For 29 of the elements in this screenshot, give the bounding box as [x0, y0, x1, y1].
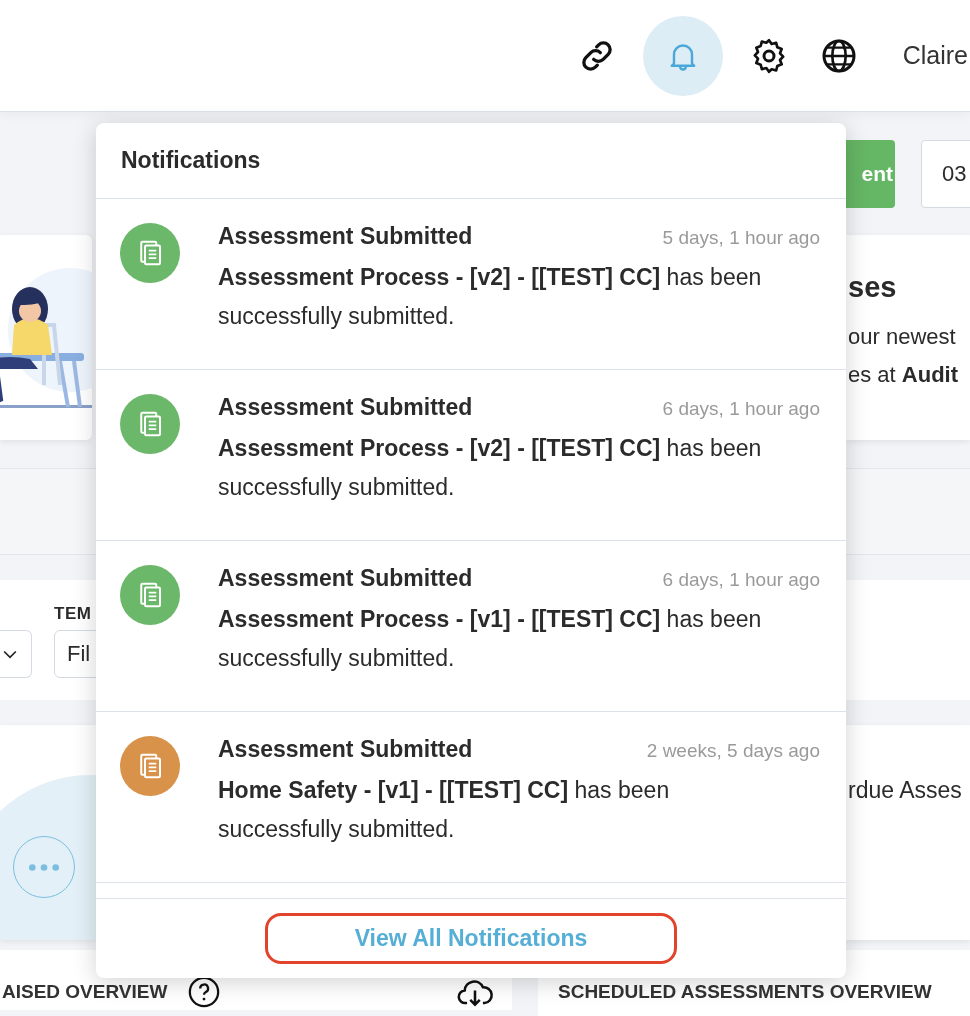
notification-title: Assessment Submitted: [218, 736, 473, 763]
user-name[interactable]: Claire: [902, 41, 968, 70]
dropdown-field[interactable]: [0, 630, 32, 678]
notification-title: Assessment Submitted: [218, 223, 473, 250]
notification-message: Assessment Process - [v2] - [[TEST] CC] has been successfully submitted.: [218, 434, 763, 502]
more-icon: [29, 863, 59, 871]
notification-item[interactable]: Assessment Submitted 2 weeks, 5 days ago Home Safety - [v1] - [[TEST] CC] has been successfully submitted.: [96, 712, 846, 883]
notification-item[interactable]: Assessment Submitted 5 days, 1 hour ago Assessment Process - [v2] - [[TEST] CC] has been successfully submitted.: [96, 199, 846, 370]
overdue-label: rdue Asses: [848, 777, 963, 804]
dropdown-title: Notifications: [96, 123, 846, 199]
notification-time: 6 days, 1 hour ago: [662, 569, 820, 591]
help-icon[interactable]: [187, 975, 222, 1009]
notification-time: 2 weeks, 5 days ago: [646, 740, 820, 762]
notification-message: Assessment Process - [v2] - [[TEST] CC] has been successfully submitted.: [218, 263, 763, 331]
card-text: our newest: [848, 324, 957, 350]
notification-time: 5 days, 1 hour ago: [662, 227, 820, 249]
panel-title: SCHEDULED ASSESSMENTS OVERVIEW: [558, 981, 932, 1003]
notification-title: Assessment Submitted: [218, 394, 473, 421]
notification-title: Assessment Submitted: [218, 565, 473, 592]
notification-time: 6 days, 1 hour ago: [662, 398, 820, 420]
filter-label: TEM: [54, 604, 93, 624]
card-text: es at Audit: [848, 362, 959, 388]
notification-message: Home Safety - [v1] - [[TEST] CC] has been successfully submitted.: [218, 776, 671, 844]
notification-item[interactable]: Assessment Submitted 6 days, 1 hour ago Assessment Process - [v2] - [[TEST] CC] has been successfully submitted.: [96, 370, 846, 541]
date-field[interactable]: 03: [921, 140, 970, 208]
panel-title: AISED OVERVIEW: [2, 981, 168, 1003]
card-heading: ses: [848, 271, 898, 304]
notification-message: Assessment Process - [v1] - [[TEST] CC] has been successfully submitted.: [218, 605, 763, 673]
notification-item[interactable]: Assessment Submitted 6 days, 1 hour ago Assessment Process - [v1] - [[TEST] CC] has been successfully submitted.: [96, 541, 846, 712]
